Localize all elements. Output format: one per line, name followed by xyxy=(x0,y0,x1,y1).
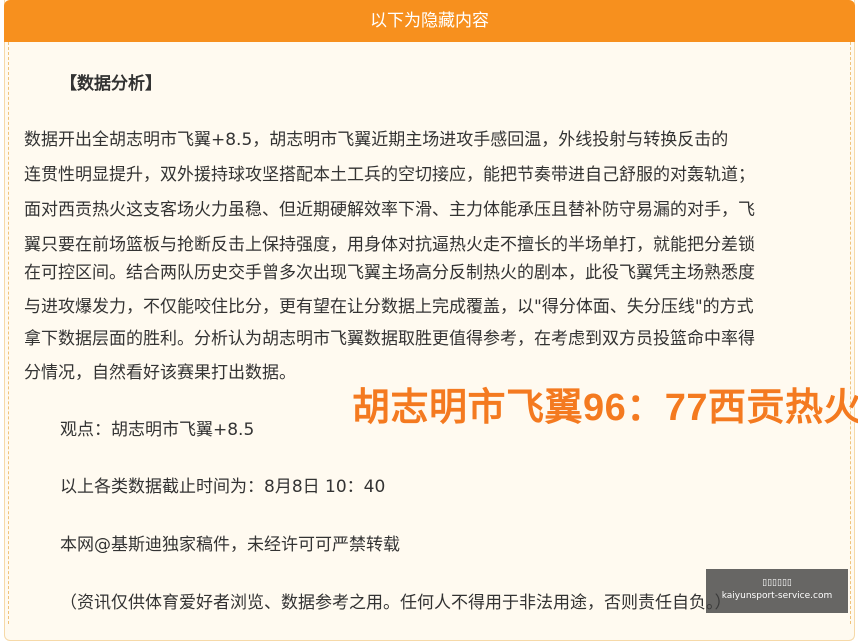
header-title: 以下为隐藏内容 xyxy=(370,11,489,31)
watermark-domain: kaiyunsport-service.com xyxy=(721,591,833,601)
section-heading: 【数据分析】 xyxy=(60,74,162,94)
watermark-top-text: ▯▯▯▯▯▯ xyxy=(762,578,792,588)
data-cutoff-text: 以上各类数据截止时间为：8月8日 10：40 xyxy=(60,477,386,497)
hidden-content-header: 以下为隐藏内容 xyxy=(4,0,855,42)
viewpoint-text: 观点：胡志明市飞翼+8.5 xyxy=(60,420,255,440)
score-overlay: 胡志明市飞翼96：77西贡热火 xyxy=(352,387,858,429)
body-line-7: 拿下数据层面的胜利。分析认为胡志明市飞翼数据取胜更值得参考，在考虑到双方员投篮命… xyxy=(24,329,755,349)
body-line-2: 连贯性明显提升，双外援持球攻坚搭配本土工兵的空切接应，能把节奏带进自己舒服的对轰… xyxy=(24,165,755,185)
body-line-8: 分情况，自然看好该赛果打出数据。 xyxy=(24,363,296,383)
body-line-5: 在可控区间。结合两队历史交手曾多次出现飞翼主场高分反制热火的剧本，此役飞翼凭主场… xyxy=(24,263,755,283)
disclaimer-text: （资讯仅供体育爱好者浏览、数据参考之用。任何人不得用于非法用途，否则责任自负。） xyxy=(60,593,732,613)
site-watermark[interactable]: ▯▯▯▯▯▯ kaiyunsport-service.com xyxy=(706,569,848,613)
body-line-3: 面对西贡热火这支客场火力虽稳、但近期硬解效率下滑、主力体能承压且替补防守易漏的对… xyxy=(24,200,755,220)
body-line-6: 与进攻爆发力，不仅能咬住比分，更有望在让分数据上完成覆盖，以"得分体面、失分压线… xyxy=(24,297,754,317)
body-line-1: 数据开出全胡志明市飞翼+8.5，胡志明市飞翼近期主场进攻手感回温，外线投射与转换… xyxy=(24,130,729,150)
copyright-text: 本网@基斯迪独家稿件，未经许可可严禁转载 xyxy=(60,535,400,555)
